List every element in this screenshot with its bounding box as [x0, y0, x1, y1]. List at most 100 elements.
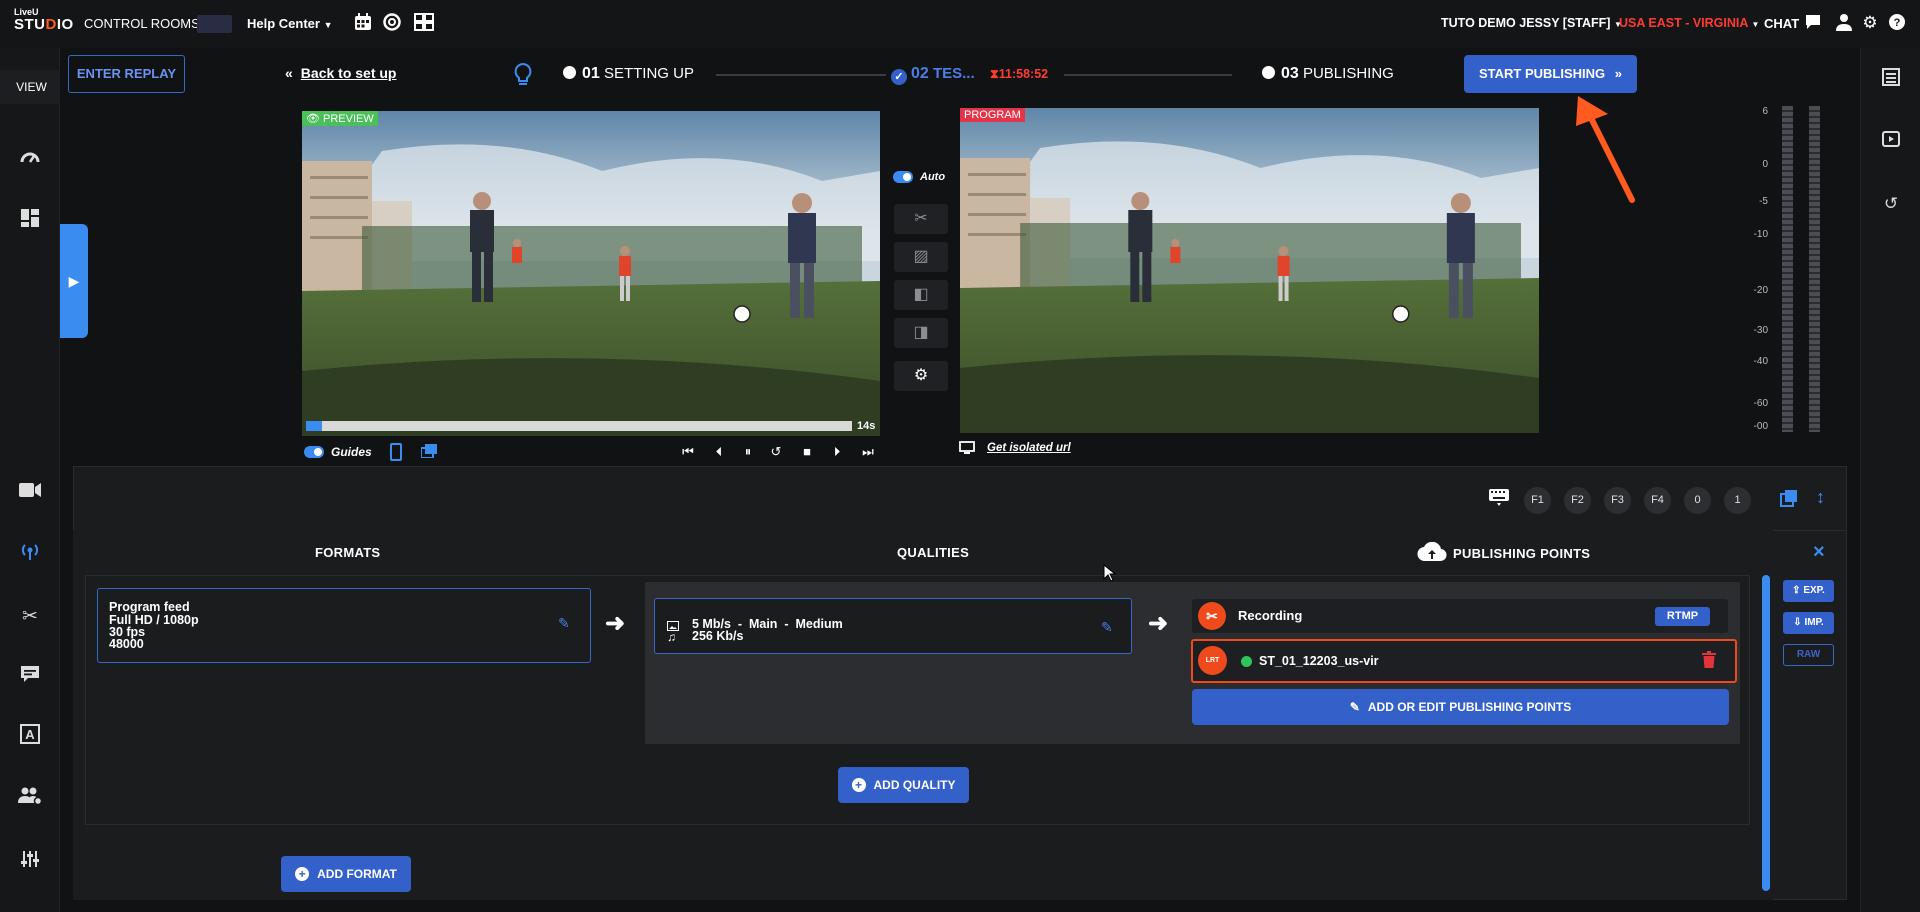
scissors-icon[interactable]: ✂	[15, 602, 45, 632]
export-button[interactable]: ⇪ EXP.	[1783, 580, 1834, 602]
step-publishing[interactable]: 03 PUBLISHING	[1262, 65, 1394, 83]
wipe-transition-button[interactable]: ▨	[894, 242, 948, 272]
step-connector	[716, 74, 886, 76]
publishing-point-row[interactable]: LRT ST_01_12203_us-vir	[1191, 639, 1737, 683]
shortcut-key-f2[interactable]: F2	[1564, 487, 1591, 514]
image-icon	[667, 618, 679, 631]
guides-toggle[interactable]	[304, 446, 324, 458]
step-testing[interactable]: ✓ 02 TES...	[891, 65, 975, 85]
step-circle-icon	[563, 66, 576, 79]
recording-label: Recording	[1238, 608, 1303, 623]
preview-video[interactable]	[302, 111, 880, 436]
copy-layers-icon[interactable]	[420, 444, 437, 459]
meter-scale-label: -30	[1753, 325, 1768, 336]
top-bar: LiveU STUDIO CONTROL ROOMS Help Center ▼…	[0, 0, 1920, 48]
keyboard-icon[interactable]	[1488, 488, 1510, 508]
wipe-icon: ▨	[913, 248, 929, 265]
expand-sidebar-tab[interactable]: ▶	[60, 224, 88, 338]
text-overlay-icon[interactable]: A	[15, 724, 45, 754]
push-transition-button[interactable]: ◧	[894, 280, 948, 310]
shortcut-key-1[interactable]: 1	[1724, 487, 1751, 514]
guests-settings-icon[interactable]	[15, 786, 45, 816]
help-center-dropdown[interactable]: Help Center ▼	[247, 16, 333, 31]
gear-icon[interactable]: ⚙	[1860, 13, 1880, 33]
skip-to-end-icon[interactable]: ⏭	[858, 443, 878, 461]
region-dropdown[interactable]: USA EAST - VIRGINIA ▼	[1619, 16, 1759, 30]
cloud-upload-icon	[1417, 541, 1447, 565]
program-badge: PROGRAM	[960, 108, 1025, 122]
sliders-icon[interactable]	[15, 848, 45, 878]
undo-history-icon[interactable]: ↺	[1878, 191, 1904, 217]
start-publishing-button[interactable]: START PUBLISHING »	[1464, 55, 1637, 93]
shortcut-key-f4[interactable]: F4	[1644, 487, 1671, 514]
shortcut-key-0[interactable]: 0	[1684, 487, 1711, 514]
skip-to-start-icon[interactable]: ⏮	[678, 443, 698, 461]
fade-transition-button[interactable]: ◨	[894, 318, 948, 348]
add-quality-button[interactable]: + ADD QUALITY	[838, 767, 969, 803]
mouse-cursor-icon	[1103, 564, 1116, 582]
step-back-icon[interactable]: ⏴	[709, 443, 729, 461]
add-format-button[interactable]: + ADD FORMAT	[281, 856, 411, 892]
chat-icon[interactable]	[1803, 13, 1823, 33]
get-isolated-url-link[interactable]: Get isolated url	[987, 442, 1071, 454]
recording-scissors-icon: ✂	[1198, 602, 1226, 630]
layout-grid-icon[interactable]	[15, 208, 45, 238]
dashboard-gauge-icon[interactable]	[15, 147, 45, 177]
control-room-thumbnail	[197, 15, 232, 33]
help-circle-icon[interactable]: ?	[1887, 13, 1907, 33]
shortcut-key-f1[interactable]: F1	[1524, 487, 1551, 514]
back-to-setup-link[interactable]: «Back to set up	[285, 65, 397, 81]
shortcut-key-f3[interactable]: F3	[1604, 487, 1631, 514]
enter-replay-button[interactable]: ENTER REPLAY	[68, 55, 185, 93]
auto-toggle[interactable]	[893, 171, 913, 183]
double-chevron-left-icon: «	[285, 65, 293, 81]
cut-transition-button[interactable]: ✂	[894, 204, 948, 234]
step-setting-up[interactable]: 01 SETTING UP	[563, 65, 694, 83]
pause-icon[interactable]: ⏸	[738, 443, 758, 461]
user-dropdown[interactable]: TUTO DEMO JESSY [STAFF] ▼	[1441, 16, 1622, 30]
replay-icon[interactable]: ↺	[766, 443, 786, 461]
user-icon[interactable]	[1834, 13, 1854, 33]
qualities-header: QUALITIES	[897, 545, 970, 560]
meter-scale-label: -60	[1753, 398, 1768, 409]
resize-vertical-icon[interactable]: ↕	[1816, 487, 1825, 508]
layout-icon[interactable]	[414, 13, 434, 33]
control-rooms-link[interactable]: CONTROL ROOMS	[84, 16, 200, 31]
media-player-icon[interactable]	[1878, 129, 1904, 155]
raw-button[interactable]: RAW	[1783, 644, 1834, 666]
recording-row[interactable]: ✂ Recording RTMP	[1192, 599, 1728, 633]
camera-icon[interactable]	[15, 478, 45, 508]
trash-icon[interactable]	[1702, 651, 1716, 668]
quality-card[interactable]: 5 Mb/s - Main - Medium ♫ 256 Kb/s ✎	[654, 598, 1132, 654]
liveu-studio-logo[interactable]: LiveU STUDIO	[14, 8, 74, 33]
view-tab[interactable]: VIEW	[0, 70, 60, 104]
add-or-edit-publishing-points-button[interactable]: ✎ ADD OR EDIT PUBLISHING POINTS	[1192, 689, 1729, 725]
transition-settings-button[interactable]: ⚙	[894, 361, 948, 391]
svg-text:A: A	[25, 727, 35, 742]
subtitles-icon[interactable]	[15, 663, 45, 693]
rundown-list-icon[interactable]	[1878, 68, 1904, 94]
auto-label: Auto	[920, 171, 946, 183]
lifebuoy-icon[interactable]	[382, 13, 402, 33]
preview-scrub-bar[interactable]	[306, 421, 852, 431]
import-button[interactable]: ⇩ IMP.	[1783, 612, 1834, 634]
edit-format-pencil-icon[interactable]: ✎	[558, 615, 570, 632]
stop-icon[interactable]: ■	[797, 443, 817, 461]
left-sidebar: VIEW ✂ A	[0, 48, 60, 912]
lightbulb-icon[interactable]	[513, 62, 535, 88]
plus-circle-icon: +	[851, 778, 866, 792]
step-forward-icon[interactable]: ⏵	[827, 443, 847, 461]
gear-icon: ⚙	[913, 367, 929, 384]
music-note-icon: ♫	[667, 630, 676, 644]
close-icon[interactable]: ×	[1813, 541, 1825, 564]
mobile-view-icon[interactable]	[390, 443, 402, 461]
format-card[interactable]: Program feed Full HD / 1080p 30 fps 4800…	[97, 588, 591, 663]
edit-quality-pencil-icon[interactable]: ✎	[1101, 619, 1113, 636]
scrub-progress	[306, 421, 323, 431]
publishing-point-name: ST_01_12203_us-vir	[1259, 654, 1379, 668]
calendar-icon[interactable]	[353, 13, 373, 33]
chat-label[interactable]: CHAT	[1764, 16, 1799, 31]
scrollbar[interactable]	[1762, 575, 1770, 891]
duplicate-icon[interactable]	[1780, 489, 1798, 507]
broadcast-icon[interactable]	[15, 540, 45, 570]
